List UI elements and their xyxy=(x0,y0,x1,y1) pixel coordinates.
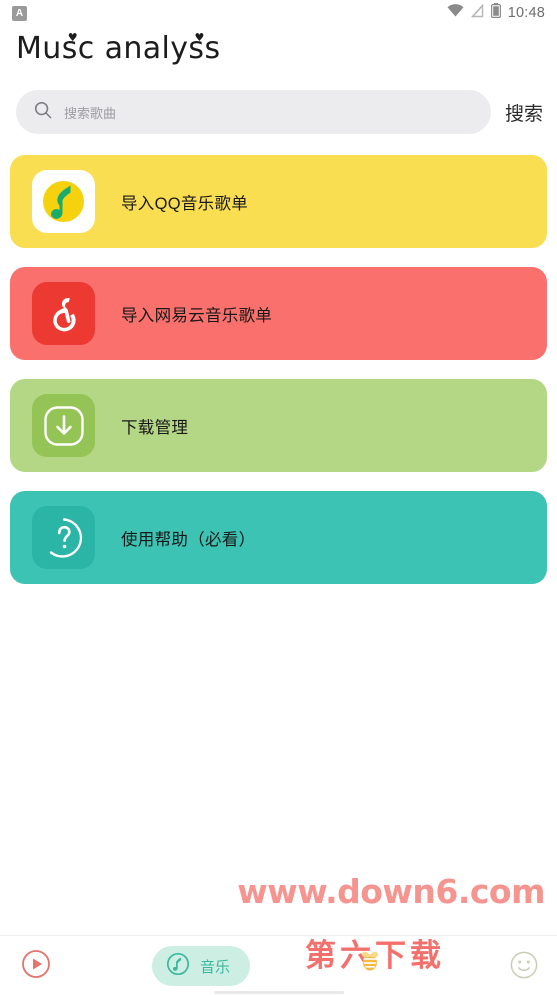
page-title-seg2: c analys xyxy=(77,31,205,66)
search-row: 搜索歌曲 搜索 xyxy=(16,90,547,134)
search-box[interactable]: 搜索歌曲 xyxy=(16,90,491,134)
wifi-icon xyxy=(447,4,464,22)
search-input[interactable]: 搜索歌曲 xyxy=(64,103,116,122)
page-title-seg3: s xyxy=(204,31,221,66)
battery-icon xyxy=(490,3,501,23)
card-download-manager[interactable]: 下载管理 xyxy=(10,379,547,472)
card-import-netease-playlist[interactable]: 导入网易云音乐歌单 xyxy=(10,267,547,360)
card-label: 使用帮助（必看） xyxy=(121,530,256,549)
bottom-navigation-bar: 音乐 xyxy=(0,935,557,995)
tab-music-label: 音乐 xyxy=(200,958,231,976)
status-bar-left: A xyxy=(12,5,27,21)
card-import-qq-playlist[interactable]: 导入QQ音乐歌单 xyxy=(10,155,547,248)
app-screen: A 10:48 Musc analyss 搜索歌曲 搜索 导入QQ音乐歌单 导入… xyxy=(0,0,557,995)
netease-music-icon xyxy=(32,282,95,345)
status-bar: A 10:48 xyxy=(0,0,557,26)
search-button[interactable]: 搜索 xyxy=(503,99,547,126)
music-disc-icon xyxy=(166,952,190,981)
status-bar-right: 10:48 xyxy=(447,3,545,23)
site-url-watermark: www.down6.com xyxy=(237,872,545,911)
action-card-list: 导入QQ音乐歌单 导入网易云音乐歌单 下载管理 使用帮助（必看） xyxy=(10,155,547,603)
bee-logo-icon xyxy=(356,945,384,973)
status-bar-clock: 10:48 xyxy=(507,5,545,21)
signal-off-icon xyxy=(470,3,484,23)
play-circle-icon[interactable] xyxy=(20,948,52,985)
app-notification-badge-icon: A xyxy=(12,5,27,21)
search-icon xyxy=(34,101,52,124)
qq-music-icon xyxy=(32,170,95,233)
card-usage-help[interactable]: 使用帮助（必看） xyxy=(10,491,547,584)
tab-music[interactable]: 音乐 xyxy=(152,946,251,986)
page-title: Musc analyss xyxy=(16,31,221,66)
smiley-face-icon[interactable] xyxy=(509,950,539,985)
card-label: 下载管理 xyxy=(121,418,189,437)
question-mark-icon xyxy=(32,506,95,569)
home-indicator xyxy=(213,991,344,994)
card-label: 导入网易云音乐歌单 xyxy=(121,306,273,325)
card-label: 导入QQ音乐歌单 xyxy=(121,194,249,213)
download-icon xyxy=(32,394,95,457)
